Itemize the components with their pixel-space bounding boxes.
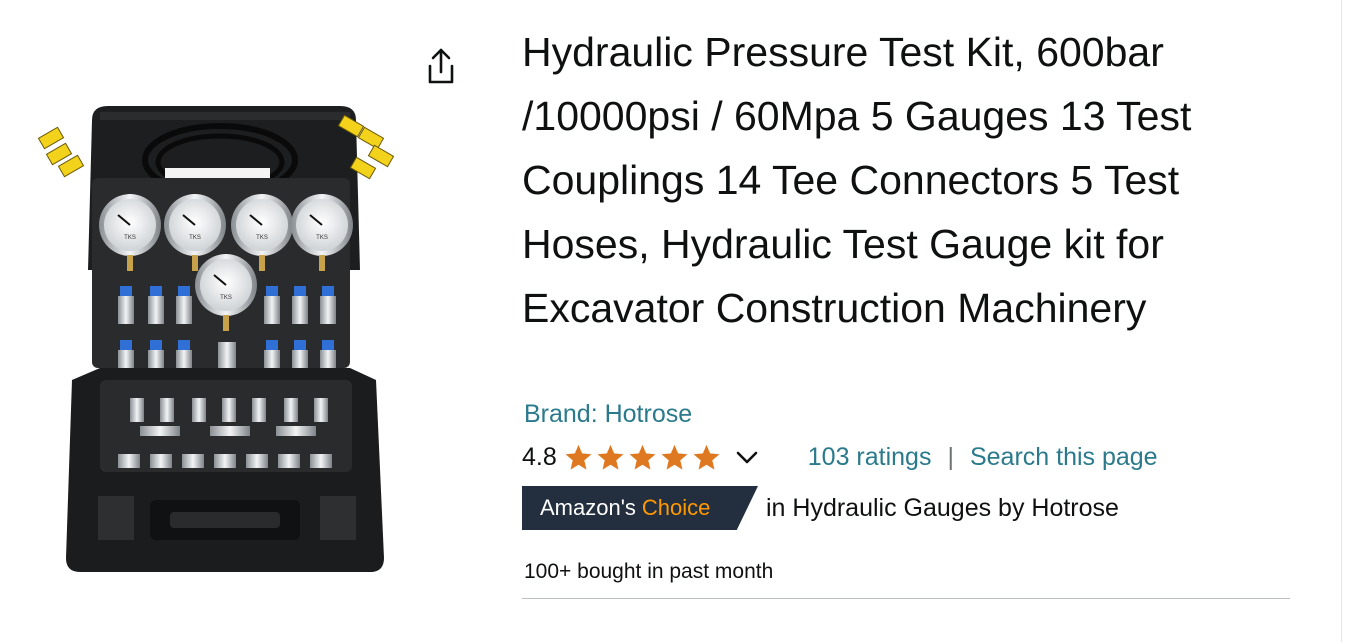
chevron-down-icon[interactable] — [734, 447, 760, 467]
svg-text:TKS: TKS — [316, 235, 328, 241]
svg-text:TKS: TKS — [189, 235, 201, 241]
svg-text:TKS: TKS — [256, 235, 268, 241]
panel-edge — [1341, 0, 1342, 642]
bought-past-month: 100+ bought in past month — [524, 560, 774, 583]
ratings-count-link[interactable]: 103 ratings — [808, 443, 932, 472]
amazons-choice-badge[interactable]: Amazon's Choice — [522, 486, 758, 530]
divider — [522, 598, 1290, 599]
separator: | — [947, 442, 954, 471]
star-icon — [565, 444, 592, 470]
share-button[interactable] — [422, 42, 460, 88]
share-icon — [428, 48, 454, 84]
star-icon — [661, 444, 688, 470]
star-rating[interactable] — [563, 443, 722, 472]
rating-value: 4.8 — [522, 442, 557, 471]
product-title: Hydraulic Pressure Test Kit, 600bar /100… — [522, 29, 1192, 331]
badge-category: in Hydraulic Gauges by Hotrose — [766, 493, 1119, 522]
brand-link[interactable]: Brand: Hotrose — [524, 400, 692, 429]
svg-text:TKS: TKS — [220, 295, 232, 301]
amazons-choice-row: Amazon's Choice in Hydraulic Gauges by H… — [522, 486, 1119, 530]
product-image[interactable]: TKS TKS TKS TKS TKS — [0, 80, 420, 590]
svg-text:TKS: TKS — [124, 235, 136, 241]
star-icon — [597, 444, 624, 470]
badge-choice: Choice — [641, 495, 711, 520]
badge-prefix: Amazon's — [540, 495, 636, 520]
rating-row: 4.8 103 ratings | Search this page — [522, 440, 1158, 474]
search-page-link[interactable]: Search this page — [970, 443, 1158, 472]
star-icon — [693, 444, 720, 470]
star-icon — [629, 444, 656, 470]
